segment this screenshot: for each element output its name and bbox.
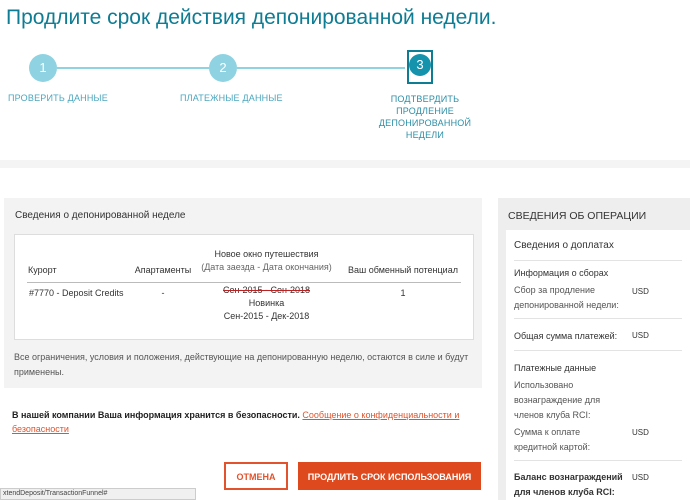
- new-window-dates: Сен-2015 - Дек-2018: [223, 311, 310, 321]
- payment-heading: Платежные данные: [514, 363, 597, 373]
- column-header-new-window-sub: (Дата заезда - Дата окончания): [201, 262, 332, 272]
- panel-title: Сведения о депонированной неделе: [15, 210, 186, 221]
- section-divider: [0, 160, 690, 168]
- step-3-label: ПОДТВЕРДИТЬ ПРОДЛЕНИЕ ДЕПОНИРОВАННОЙ НЕД…: [372, 93, 478, 141]
- column-header-apartments: Апартаменты: [134, 265, 192, 275]
- fee-currency: USD: [632, 287, 649, 296]
- step-1-marker: 1: [29, 54, 57, 82]
- cell-resort: #7770 - Deposit Credits: [29, 288, 124, 298]
- cell-new-window: Сен-2015 - Сен-2018 Новинка Сен-2015 - Д…: [200, 284, 333, 323]
- column-header-resort: Курорт: [28, 265, 57, 275]
- payment-details-card: Сведения о доплатах Информация о сборах …: [506, 230, 690, 500]
- step-connector: [237, 67, 405, 69]
- security-text: В нашей компании Ваша информация хранитс…: [12, 410, 300, 420]
- old-window-dates: Сен-2015 - Сен-2018: [200, 284, 333, 297]
- fees-heading: Информация о сборах: [514, 268, 609, 278]
- extend-button[interactable]: ПРОДЛИТЬ СРОК ИСПОЛЬЗОВАНИЯ: [298, 462, 481, 490]
- security-notice: В нашей компании Ваша информация хранитс…: [12, 408, 482, 436]
- total-label: Общая сумма платежей:: [514, 331, 618, 341]
- card-payment-currency: USD: [632, 428, 649, 437]
- fee-label: Сбор за продление депонированной недели:: [514, 285, 619, 310]
- new-label: Новинка: [248, 298, 285, 308]
- card-payment-label: Сумма к оплате кредитной картой:: [514, 427, 591, 452]
- step-2-label: ПЛАТЕЖНЫЕ ДАННЫЕ: [180, 93, 283, 103]
- step-3-label-line: НЕДЕЛИ: [405, 130, 445, 140]
- card-divider: [514, 260, 682, 261]
- card-divider: [514, 350, 682, 351]
- step-3-label-line: ДЕПОНИРОВАННОЙ: [378, 118, 472, 128]
- sidebar-title: СВЕДЕНИЯ ОБ ОПЕРАЦИИ: [508, 210, 647, 222]
- card-title: Сведения о доплатах: [514, 240, 614, 251]
- rewards-used-label: Использовано вознаграждение для членов к…: [514, 380, 601, 420]
- old-window-text: Сен-2015 - Сен-2018: [223, 285, 310, 295]
- terms-note: Все ограничения, условия и положения, де…: [14, 352, 469, 377]
- progress-stepper: 1 2 3 ПРОВЕРИТЬ ДАННЫЕ ПЛАТЕЖНЫЕ ДАННЫЕ …: [0, 44, 690, 154]
- column-header-new-window: Новое окно путешествия (Дата заезда - Да…: [200, 248, 333, 274]
- page-title: Продлите срок действия депонированной не…: [6, 6, 497, 29]
- cancel-button[interactable]: ОТМЕНА: [224, 462, 288, 490]
- browser-status-bar: xtendDeposit/TransactionFunnel#: [0, 488, 196, 500]
- step-1-label: ПРОВЕРИТЬ ДАННЫЕ: [8, 93, 108, 103]
- column-header-exchange-potential: Ваш обменный потенциал: [348, 265, 458, 275]
- balance-currency: USD: [632, 473, 649, 482]
- step-2-marker: 2: [209, 54, 237, 82]
- step-3-number: 3: [409, 54, 431, 76]
- cell-apartments: -: [161, 288, 165, 298]
- step-3-label-line: ПОДТВЕРДИТЬ: [390, 94, 460, 104]
- transaction-sidebar: СВЕДЕНИЯ ОБ ОПЕРАЦИИ Сведения о доплатах…: [498, 198, 690, 500]
- card-divider: [514, 318, 682, 319]
- deposit-details-panel: Сведения о депонированной неделе Курорт …: [4, 198, 482, 388]
- balance-label: Баланс вознаграждений для членов клуба R…: [514, 472, 623, 497]
- table-header-divider: [27, 282, 461, 283]
- deposit-table: Курорт Апартаменты Новое окно путешестви…: [14, 234, 474, 340]
- step-3-label-line: ПРОДЛЕНИЕ: [396, 106, 454, 116]
- column-header-new-window-title: Новое окно путешествия: [214, 249, 319, 259]
- cell-exchange-potential: 1: [400, 288, 406, 298]
- total-currency: USD: [632, 331, 649, 340]
- card-divider: [514, 460, 682, 461]
- step-connector: [57, 67, 209, 69]
- step-3-marker-active: 3: [407, 50, 433, 84]
